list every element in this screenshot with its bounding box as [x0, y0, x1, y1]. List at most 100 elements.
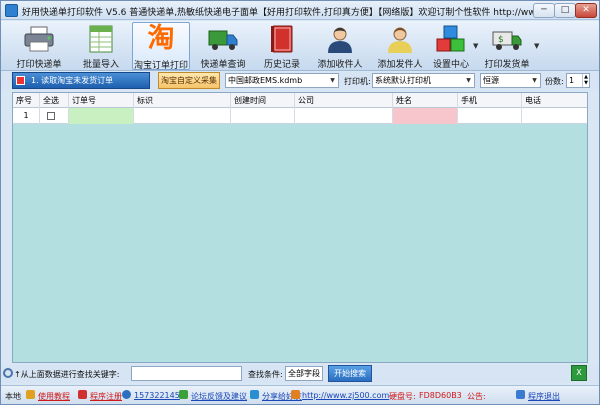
- taobao-small-icon: [16, 76, 25, 85]
- add-sender-button[interactable]: 添加发件人: [370, 22, 430, 70]
- toolbar-label: 添加发件人: [377, 60, 423, 70]
- row-select-cell: [40, 108, 69, 124]
- status-local: 本地: [5, 392, 21, 401]
- history-button[interactable]: 历史记录: [254, 22, 310, 70]
- row-index: 1: [13, 108, 40, 124]
- chevron-down-icon: ▼: [532, 77, 537, 84]
- cubes-icon: [436, 25, 465, 52]
- table-header: 序号 全选 订单号 标识 创建时间 公司 姓名 手机 电话: [13, 93, 587, 108]
- column-header[interactable]: 公司: [295, 93, 393, 108]
- column-header[interactable]: 序号: [13, 93, 40, 108]
- disk-label: 硬盘号:: [389, 392, 416, 401]
- column-header[interactable]: 创建时间: [231, 93, 295, 108]
- toolbar-label: 添加收件人: [317, 60, 363, 70]
- template-select[interactable]: 中国邮政EMS.kdmb ▼: [225, 73, 339, 88]
- toolbar-label: 批量导入: [82, 60, 119, 70]
- order-number-cell[interactable]: [69, 108, 134, 124]
- settings-dropdown-arrow[interactable]: ▼: [473, 42, 478, 50]
- minimize-button[interactable]: ─: [533, 3, 555, 18]
- print-delivery-note-button[interactable]: $ 打印发货单: [481, 22, 533, 70]
- chevron-down-icon: ▼: [330, 77, 335, 84]
- printer-select-value: 系统默认打印机: [375, 76, 431, 85]
- toolbar-label: 设置中心: [432, 60, 469, 70]
- column-header[interactable]: 标识: [134, 93, 231, 108]
- register-link[interactable]: 程序注册: [90, 391, 122, 402]
- row-checkbox[interactable]: [47, 112, 55, 120]
- chevron-down-icon: ▼: [466, 77, 471, 84]
- flag-cell[interactable]: [134, 108, 231, 124]
- spinner-arrows-icon[interactable]: ▲ ▼: [582, 74, 589, 87]
- search-input[interactable]: [131, 366, 242, 381]
- condition-label: 查找条件:: [248, 370, 283, 379]
- book-icon: [271, 25, 293, 53]
- excel-export-icon[interactable]: X: [571, 365, 587, 381]
- column-header[interactable]: 订单号: [69, 93, 134, 108]
- search-row: ↑从上面数据进行查找关键字: 查找条件: 全部字段 开始搜索 X: [1, 365, 599, 383]
- toolbar-label: 淘宝订单打印: [133, 61, 188, 71]
- truck-icon: [208, 30, 238, 50]
- toolbar-label: 打印快递单: [16, 60, 62, 70]
- printer-icon: [24, 26, 54, 52]
- delivery-dropdown-arrow[interactable]: ▼: [534, 42, 539, 50]
- read-taobao-orders-button[interactable]: 1. 读取淘宝未发货订单: [12, 72, 150, 89]
- start-search-button[interactable]: 开始搜索: [328, 365, 372, 382]
- user-female-icon: [388, 27, 412, 53]
- exit-link[interactable]: 程序退出: [528, 391, 560, 402]
- qq-link[interactable]: 157322145: [134, 391, 180, 400]
- forum-icon: [179, 390, 188, 399]
- created-time-cell[interactable]: [231, 108, 295, 124]
- column-header[interactable]: 全选: [40, 93, 69, 108]
- waybill-query-button[interactable]: 快递单查询: [193, 22, 253, 70]
- printer-select[interactable]: 系统默认打印机 ▼: [372, 73, 475, 88]
- phone-cell[interactable]: [522, 108, 587, 124]
- copies-spinner[interactable]: 1 ▲ ▼: [566, 73, 590, 88]
- taobao-order-print-button[interactable]: 淘 淘宝订单打印: [132, 22, 190, 71]
- toolbar-label: 打印发货单: [484, 60, 530, 70]
- notice-label: 公告:: [467, 392, 486, 401]
- window-title: 好用快递单打印软件 V5.6 普通快递单,热敏纸快递电子面单【好用打印软件,打印…: [22, 8, 595, 18]
- website-link[interactable]: http://www.zj500.com: [302, 391, 389, 400]
- name-cell[interactable]: [393, 108, 458, 124]
- tutorial-link[interactable]: 使用教程: [38, 391, 70, 402]
- toolbar-label: 快递单查询: [200, 60, 246, 70]
- forum-link[interactable]: 论坛反馈及建议: [191, 391, 247, 402]
- template-select-value: 中国邮政EMS.kdmb: [228, 76, 303, 85]
- main-toolbar: 打印快递单 批量导入 淘 淘宝订单打印 快递单查询 历史记录 添加收件人 添加发…: [1, 21, 599, 71]
- search-icon: [3, 368, 13, 378]
- taobao-custom-collect-button[interactable]: 淘宝自定义采集: [158, 72, 220, 89]
- paper-select-value: 恒源: [483, 76, 499, 85]
- spreadsheet-icon: [89, 25, 113, 53]
- copies-value: 1: [569, 76, 575, 85]
- settings-center-button[interactable]: 设置中心: [428, 22, 474, 70]
- mobile-cell[interactable]: [458, 108, 522, 124]
- maximize-button[interactable]: □: [554, 3, 576, 18]
- print-waybill-button[interactable]: 打印快递单: [9, 22, 69, 70]
- qq-icon: [122, 390, 131, 399]
- disk-value: FD8D60B3: [419, 391, 462, 400]
- copies-label: 份数:: [545, 77, 564, 86]
- delivery-truck-icon: $: [492, 31, 522, 50]
- add-recipient-button[interactable]: 添加收件人: [310, 22, 370, 70]
- tutorial-icon: [26, 390, 35, 399]
- share-icon: [250, 390, 259, 399]
- company-cell[interactable]: [295, 108, 393, 124]
- user-male-icon: [328, 27, 352, 53]
- toolbar-label: 历史记录: [263, 60, 300, 70]
- column-header[interactable]: 姓名: [393, 93, 458, 108]
- read-button-label: 1. 读取淘宝未发货订单: [31, 76, 114, 85]
- table-row[interactable]: 1: [13, 108, 587, 124]
- orders-table[interactable]: 序号 全选 订单号 标识 创建时间 公司 姓名 手机 电话 1: [12, 92, 588, 363]
- column-header[interactable]: 手机: [458, 93, 522, 108]
- close-button[interactable]: ✕: [575, 3, 597, 18]
- search-label: ↑从上面数据进行查找关键字:: [14, 370, 120, 379]
- paper-select[interactable]: 恒源 ▼: [480, 73, 541, 88]
- condition-select[interactable]: 全部字段: [285, 366, 323, 381]
- app-icon: [5, 4, 18, 17]
- title-bar: 好用快递单打印软件 V5.6 普通快递单,热敏纸快递电子面单【好用打印软件,打印…: [1, 1, 599, 20]
- options-row: 1. 读取淘宝未发货订单 淘宝自定义采集 中国邮政EMS.kdmb ▼ 打印机:…: [1, 72, 599, 91]
- printer-label: 打印机:: [344, 77, 371, 86]
- batch-import-button[interactable]: 批量导入: [71, 22, 131, 70]
- column-header[interactable]: 电话: [522, 93, 587, 108]
- home-icon: [291, 390, 300, 399]
- svg-text:$: $: [498, 35, 504, 45]
